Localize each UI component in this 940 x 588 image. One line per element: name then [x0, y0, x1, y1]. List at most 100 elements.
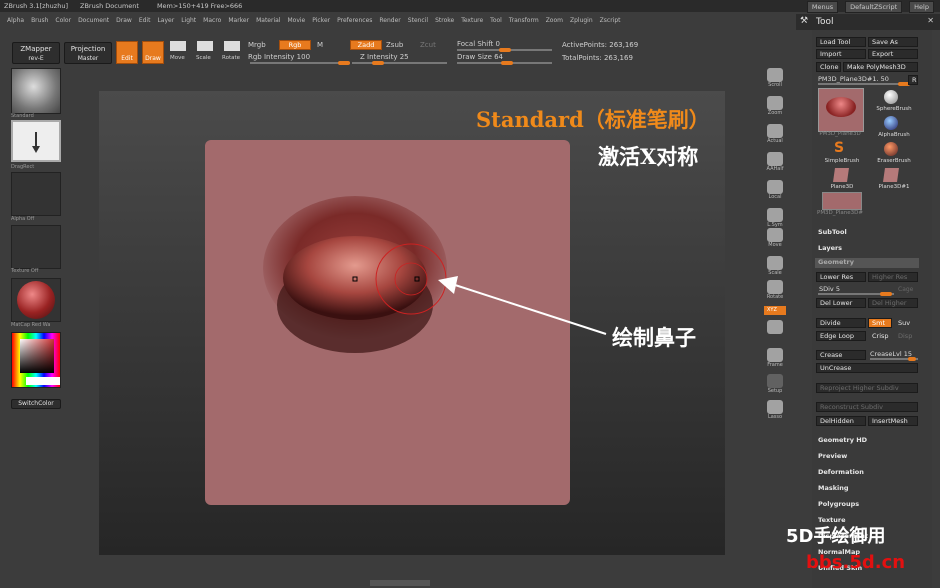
section-geometry-hd[interactable]: Geometry HD: [818, 436, 867, 444]
menu-marker[interactable]: Marker: [228, 17, 249, 24]
menu-material[interactable]: Material: [256, 17, 280, 24]
menu-stroke[interactable]: Stroke: [435, 17, 454, 24]
clone-button[interactable]: Clone: [816, 62, 841, 72]
simple-brush-icon[interactable]: S: [834, 140, 844, 156]
insertmesh-button[interactable]: InsertMesh: [868, 416, 918, 426]
menu-edit[interactable]: Edit: [139, 17, 151, 24]
menu-picker[interactable]: Picker: [312, 17, 330, 24]
menu-alpha[interactable]: Alpha: [7, 17, 24, 24]
menu-tool[interactable]: Tool: [490, 17, 502, 24]
strip-frame[interactable]: Frame: [762, 348, 788, 368]
disp-toggle[interactable]: Disp: [894, 331, 918, 341]
plane3d-icon[interactable]: [833, 168, 849, 182]
switch-color-button[interactable]: SwitchColor: [11, 399, 61, 409]
load-tool-button[interactable]: Load Tool: [816, 37, 866, 47]
uncrease-button[interactable]: UnCrease: [816, 363, 918, 373]
texture-thumb[interactable]: [11, 225, 61, 269]
strip-scale[interactable]: Scale: [762, 256, 788, 276]
secondary-color[interactable]: [26, 377, 60, 385]
dragrect-stroke-thumb[interactable]: [11, 120, 61, 162]
section-deformation[interactable]: Deformation: [818, 468, 864, 476]
current-tool-slider[interactable]: [818, 82, 910, 86]
default-zscript-button[interactable]: DefaultZScript: [845, 1, 903, 13]
sphere-brush-icon[interactable]: [884, 90, 898, 104]
make-polymesh-button[interactable]: Make PolyMesh3D: [843, 62, 918, 72]
delhidden-button[interactable]: DelHidden: [816, 416, 866, 426]
menu-transform[interactable]: Transform: [509, 17, 539, 24]
crease-button[interactable]: Crease: [816, 350, 866, 360]
mrgb-button[interactable]: Mrgb: [248, 41, 266, 49]
rgb-button[interactable]: Rgb: [279, 40, 311, 50]
move-button[interactable]: Move: [170, 55, 185, 61]
strip-actual[interactable]: Actual: [762, 124, 788, 144]
section-preview[interactable]: Preview: [818, 452, 847, 460]
geometry-section-header[interactable]: Geometry: [815, 258, 919, 268]
del-lower-button[interactable]: Del Lower: [816, 298, 866, 308]
smt-toggle[interactable]: Smt: [868, 318, 892, 328]
color-square[interactable]: [20, 339, 54, 373]
menus-button[interactable]: Menus: [806, 1, 839, 13]
menu-layer[interactable]: Layer: [157, 17, 174, 24]
edge-loop-button[interactable]: Edge Loop: [816, 331, 866, 341]
zmapper-button[interactable]: ZMapper rev-E: [12, 42, 60, 64]
strip-aahalf[interactable]: AAHalf: [762, 152, 788, 172]
menu-movie[interactable]: Movie: [287, 17, 305, 24]
strip-rotate[interactable]: Rotate: [762, 280, 788, 300]
section-masking[interactable]: Masking: [818, 484, 849, 492]
export-button[interactable]: Export: [868, 49, 918, 59]
del-higher-button[interactable]: Del Higher: [868, 298, 918, 308]
import-button[interactable]: Import: [816, 49, 866, 59]
save-as-button[interactable]: Save As: [868, 37, 918, 47]
zsub-button[interactable]: Zsub: [386, 41, 403, 49]
zcut-button[interactable]: Zcut: [420, 41, 436, 49]
divide-button[interactable]: Divide: [816, 318, 866, 328]
focal-shift-slider[interactable]: [457, 48, 552, 52]
crisp-toggle[interactable]: Crisp: [868, 331, 892, 341]
draw-size-slider[interactable]: [457, 61, 552, 65]
eraser-brush-icon[interactable]: [884, 142, 898, 156]
menu-stencil[interactable]: Stencil: [408, 17, 428, 24]
standard-brush-thumb[interactable]: [11, 68, 61, 114]
strip-icon-10[interactable]: [762, 320, 788, 334]
strip-move[interactable]: Move: [762, 228, 788, 248]
plane3d-1-icon[interactable]: [883, 168, 899, 182]
m-button[interactable]: M: [317, 41, 323, 49]
scale-button[interactable]: Scale: [196, 55, 211, 61]
menu-zscript[interactable]: Zscript: [600, 17, 621, 24]
strip-xyz[interactable]: XYZ: [762, 306, 788, 315]
creaselvl-slider[interactable]: [870, 357, 918, 361]
menu-zplugin[interactable]: Zplugin: [570, 17, 593, 24]
subtool-section[interactable]: SubTool: [818, 228, 847, 236]
menu-document[interactable]: Document: [78, 17, 109, 24]
reproject-button[interactable]: Reproject Higher Subdiv: [816, 383, 918, 393]
help-button[interactable]: Help: [909, 1, 934, 13]
bottom-scroll-handle[interactable]: [370, 580, 430, 586]
lower-res-button[interactable]: Lower Res: [816, 272, 866, 282]
section-polygroups[interactable]: Polygroups: [818, 500, 859, 508]
zadd-button[interactable]: Zadd: [350, 40, 382, 50]
menu-brush[interactable]: Brush: [31, 17, 48, 24]
z-intensity-slider[interactable]: [352, 61, 447, 65]
layers-section[interactable]: Layers: [818, 244, 842, 252]
menu-render[interactable]: Render: [379, 17, 400, 24]
strip-scroll[interactable]: Scroll: [762, 68, 788, 88]
cage-toggle[interactable]: Cage: [898, 286, 913, 293]
menu-texture[interactable]: Texture: [461, 17, 483, 24]
reconstruct-button[interactable]: Reconstruct Subdiv: [816, 402, 918, 412]
menu-preferences[interactable]: Preferences: [337, 17, 372, 24]
suv-toggle[interactable]: Suv: [894, 318, 918, 328]
strip-setup[interactable]: Setup: [762, 374, 788, 394]
menu-macro[interactable]: Macro: [203, 17, 221, 24]
draw-mode-button[interactable]: Draw: [142, 41, 164, 64]
sdiv-slider[interactable]: [818, 292, 894, 296]
higher-res-button[interactable]: Higher Res: [868, 272, 918, 282]
strip-lasso[interactable]: Lasso: [762, 400, 788, 420]
rgb-intensity-slider[interactable]: [250, 61, 350, 65]
r-button[interactable]: R: [908, 75, 918, 85]
alpha-brush-icon[interactable]: [884, 116, 898, 130]
rotate-button[interactable]: Rotate: [222, 55, 240, 61]
matcap-thumb[interactable]: [11, 278, 61, 322]
menu-color[interactable]: Color: [55, 17, 71, 24]
strip-l-sym[interactable]: L.Sym: [762, 208, 788, 228]
strip-local[interactable]: Local: [762, 180, 788, 200]
